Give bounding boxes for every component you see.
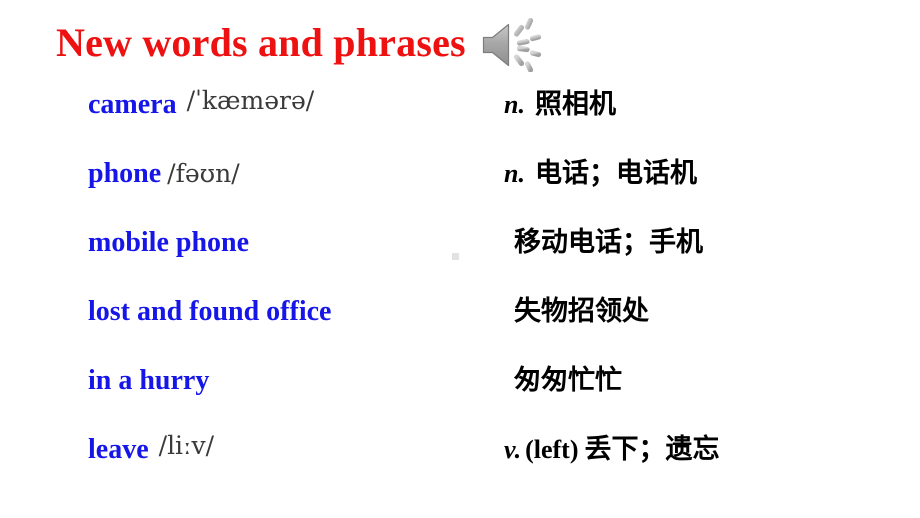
vocabulary-row: phone /fəʊn/ n. 电话；电话机 [0, 155, 920, 224]
definition-cell: n. 电话；电话机 [504, 155, 697, 193]
term-cell: camera /ˈkæmərə/ [88, 86, 314, 124]
vocabulary-row: mobile phone 移动电话；手机 [0, 224, 920, 293]
audio-play-button[interactable] [480, 14, 542, 72]
definition-cell: n. 照相机 [504, 86, 616, 124]
chinese-meaning: 照相机 [534, 89, 616, 120]
chinese-meaning: 电话；电话机 [534, 158, 697, 189]
chinese-meaning: 失物招领处 [514, 296, 649, 327]
term-cell: lost and found office [88, 293, 341, 331]
phonetic-text: /fəʊn/ [167, 159, 240, 188]
vocabulary-list: camera /ˈkæmərə/ n. 照相机 phone /fəʊn/ n. … [0, 86, 920, 500]
phonetic-text: /liːv/ [158, 431, 215, 460]
term-cell: phone /fəʊn/ [88, 155, 240, 193]
vocabulary-row: in a hurry 匆匆忙忙 [0, 362, 920, 431]
vocabulary-row: camera /ˈkæmərə/ n. 照相机 [0, 86, 920, 155]
term-cell: mobile phone [88, 224, 259, 262]
chinese-meaning: 移动电话；手机 [514, 227, 703, 258]
definition-cell: v. (left) 丢下；遗忘 [504, 431, 719, 469]
slide-canvas: New words and phrases camera /ˈkæmərə/ n… [0, 0, 920, 518]
term-text: phone [88, 158, 162, 189]
term-text: leave [88, 434, 149, 465]
phonetic-text: /ˈkæmərə/ [186, 86, 315, 115]
term-text: camera [88, 89, 177, 120]
definition-cell: 匆匆忙忙 [504, 362, 622, 400]
vocabulary-row: lost and found office 失物招领处 [0, 293, 920, 362]
stray-marker-dot [452, 253, 459, 260]
inflection-note: (left) [525, 435, 579, 464]
definition-cell: 失物招领处 [504, 293, 649, 331]
page-title: New words and phrases [56, 20, 466, 65]
slide-title-row: New words and phrases [56, 14, 542, 72]
term-text: mobile phone [88, 227, 250, 258]
term-cell: leave /liːv/ [88, 431, 214, 469]
chinese-meaning: 丢下；遗忘 [584, 434, 720, 465]
part-of-speech: n. [504, 159, 525, 188]
part-of-speech: v. [504, 435, 522, 464]
term-text: in a hurry [88, 365, 210, 396]
chinese-meaning: 匆匆忙忙 [514, 365, 622, 396]
term-text: lost and found office [88, 296, 332, 327]
speaker-icon [482, 18, 541, 72]
definition-cell: 移动电话；手机 [504, 224, 703, 262]
vocabulary-row: leave /liːv/ v. (left) 丢下；遗忘 [0, 431, 920, 500]
part-of-speech: n. [504, 90, 525, 119]
term-cell: in a hurry [88, 362, 219, 400]
